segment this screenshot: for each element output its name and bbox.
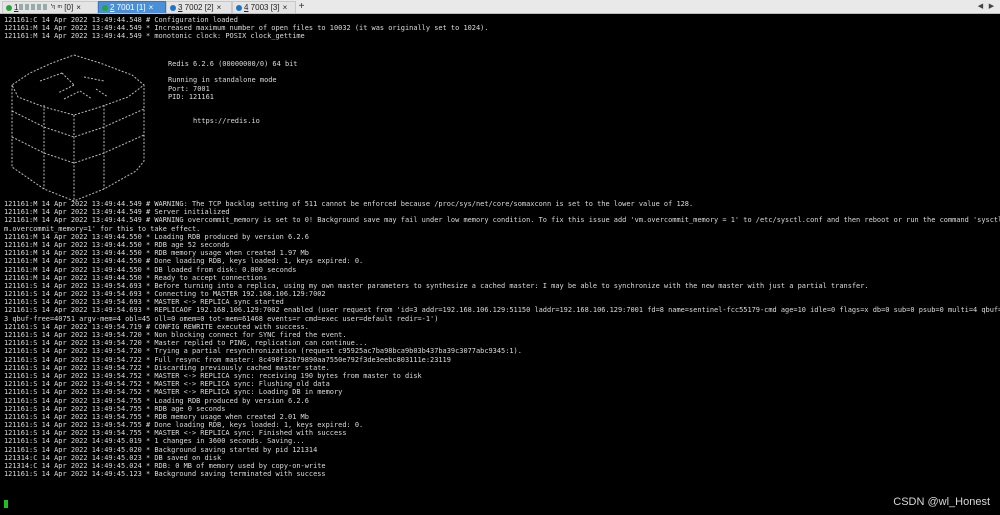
log-line: 121161:S 14 Apr 2022 13:49:54.722 * Full… [4,355,451,364]
version-text: Redis 6.2.6 (00000000/0) 64 bit [168,60,298,68]
log-line: m.overcommit_memory=1' for this to take … [4,224,201,233]
log-line: 121161:S 14 Apr 2022 13:49:54.722 * Disc… [4,363,330,372]
log-line: 121161:M 14 Apr 2022 13:49:44.550 * Read… [4,273,268,282]
log-line: 121161:S 14 Apr 2022 13:49:54.752 * MAST… [4,388,343,397]
log-line: 121161:S 14 Apr 2022 13:49:54.720 * Mast… [4,339,368,348]
log-line: 121161:S 14 Apr 2022 13:49:54.693 * REPL… [4,306,1000,315]
log-line: 121161:S 14 Apr 2022 14:49:45.020 * Back… [4,445,318,454]
info-icon [170,4,176,11]
log-line: 121161:S 14 Apr 2022 14:49:45.123 * Back… [4,470,326,479]
log-line: 121161:S 14 Apr 2022 13:49:54.755 # Done… [4,421,364,430]
log-top: 121161:C 14 Apr 2022 13:49:44.548 # Conf… [4,16,996,41]
log-line: 121161:M 14 Apr 2022 13:49:44.549 * Incr… [4,24,489,33]
log-line: 121161:S 14 Apr 2022 13:49:54.755 * Load… [4,396,309,405]
log-line: 121161:M 14 Apr 2022 13:49:44.550 # Done… [4,257,364,266]
tab-7001[interactable]: 2 7001 [1] × [98,1,166,13]
tab-bar: 1 'ᵑ ᵐ [0] × 2 7001 [1] × 3 7002 [2] × 4 70… [0,0,1000,14]
log-bottom: 121161:M 14 Apr 2022 13:49:44.549 # WARN… [4,200,1000,479]
log-line: 121314:C 14 Apr 2022 14:49:45.024 * RDB:… [4,462,326,470]
log-line: 121161:S 14 Apr 2022 13:49:54.720 * Non … [4,331,347,339]
log-line: 121161:S 14 Apr 2022 13:49:54.693 * Conn… [4,290,326,299]
log-line: 121161:M 14 Apr 2022 13:49:44.550 * DB l… [4,265,297,274]
log-line: 121161:S 14 Apr 2022 13:49:54.755 * MAST… [4,429,347,438]
redis-ascii-logo-icon [11,54,145,202]
log-line: 121161:S 14 Apr 2022 13:49:54.755 * RDB … [4,404,226,413]
close-icon[interactable]: × [76,2,81,13]
log-line: 121161:M 14 Apr 2022 13:49:44.550 * Load… [4,232,309,241]
close-icon[interactable]: × [149,2,154,13]
log-line: 121161:S 14 Apr 2022 13:49:54.752 * MAST… [4,380,330,389]
log-line: 121161:M 14 Apr 2022 13:49:44.550 * RDB … [4,249,309,258]
tab-icons [19,4,48,10]
log-line: 121161:M 14 Apr 2022 13:49:44.549 # WARN… [4,216,1000,225]
log-line: 121314:C 14 Apr 2022 14:49:45.023 * DB s… [4,453,222,462]
status-dot-icon [102,4,108,11]
log-line: 3 qbuf-free=40751 argv-mem=4 obl=45 oll=… [4,314,439,323]
log-line: 121161:M 14 Apr 2022 13:49:44.549 * mono… [4,32,305,41]
mode-text: Running in standalone mode [168,76,277,85]
log-line: 121161:S 14 Apr 2022 13:49:54.693 * Befo… [4,281,869,290]
scroll-right-icon[interactable]: ▶ [987,2,996,11]
log-line: 121161:M 14 Apr 2022 13:49:44.549 # WARN… [4,200,694,208]
terminal-cursor [4,500,8,508]
pid-text: PID: 121161 [168,92,214,101]
info-icon [236,4,242,11]
watermark-text: CSDN @wl_Honest [893,496,990,508]
redis-url-text: https://redis.io [193,117,260,126]
tab-7003[interactable]: 4 7003 [3] × [232,1,296,13]
scroll-left-icon[interactable]: ◀ [976,2,985,11]
port-text: Port: 7001 [168,84,210,93]
tab-session-0[interactable]: 1 'ᵑ ᵐ [0] × [2,1,98,13]
new-tab-button[interactable]: + [296,1,307,12]
close-icon[interactable]: × [283,2,288,13]
log-line: 121161:S 14 Apr 2022 14:49:45.019 * 1 ch… [4,437,305,446]
log-line: 121161:S 14 Apr 2022 13:49:54.755 * RDB … [4,412,309,421]
status-dot-icon [6,4,12,11]
log-line: 121161:S 14 Apr 2022 13:49:54.693 * MAST… [4,298,284,307]
log-line: 121161:S 14 Apr 2022 13:49:54.720 * Tryi… [4,347,522,356]
terminal-output[interactable]: 121161:C 14 Apr 2022 13:49:44.548 # Conf… [4,16,1000,511]
tab-7002[interactable]: 3 7002 [2] × [166,1,232,13]
log-line: 121161:M 14 Apr 2022 13:49:44.550 * RDB … [4,240,230,249]
redis-banner: Redis 6.2.6 (00000000/0) 64 bit Running … [168,60,297,126]
log-line: 121161:S 14 Apr 2022 13:49:54.752 * MAST… [4,371,422,380]
log-line: 121161:M 14 Apr 2022 13:49:44.549 # Serv… [4,208,230,217]
log-line: 121161:C 14 Apr 2022 13:49:44.548 # Conf… [4,16,238,24]
log-line: 121161:S 14 Apr 2022 13:49:54.719 # CONF… [4,322,309,331]
close-icon[interactable]: × [217,2,222,13]
